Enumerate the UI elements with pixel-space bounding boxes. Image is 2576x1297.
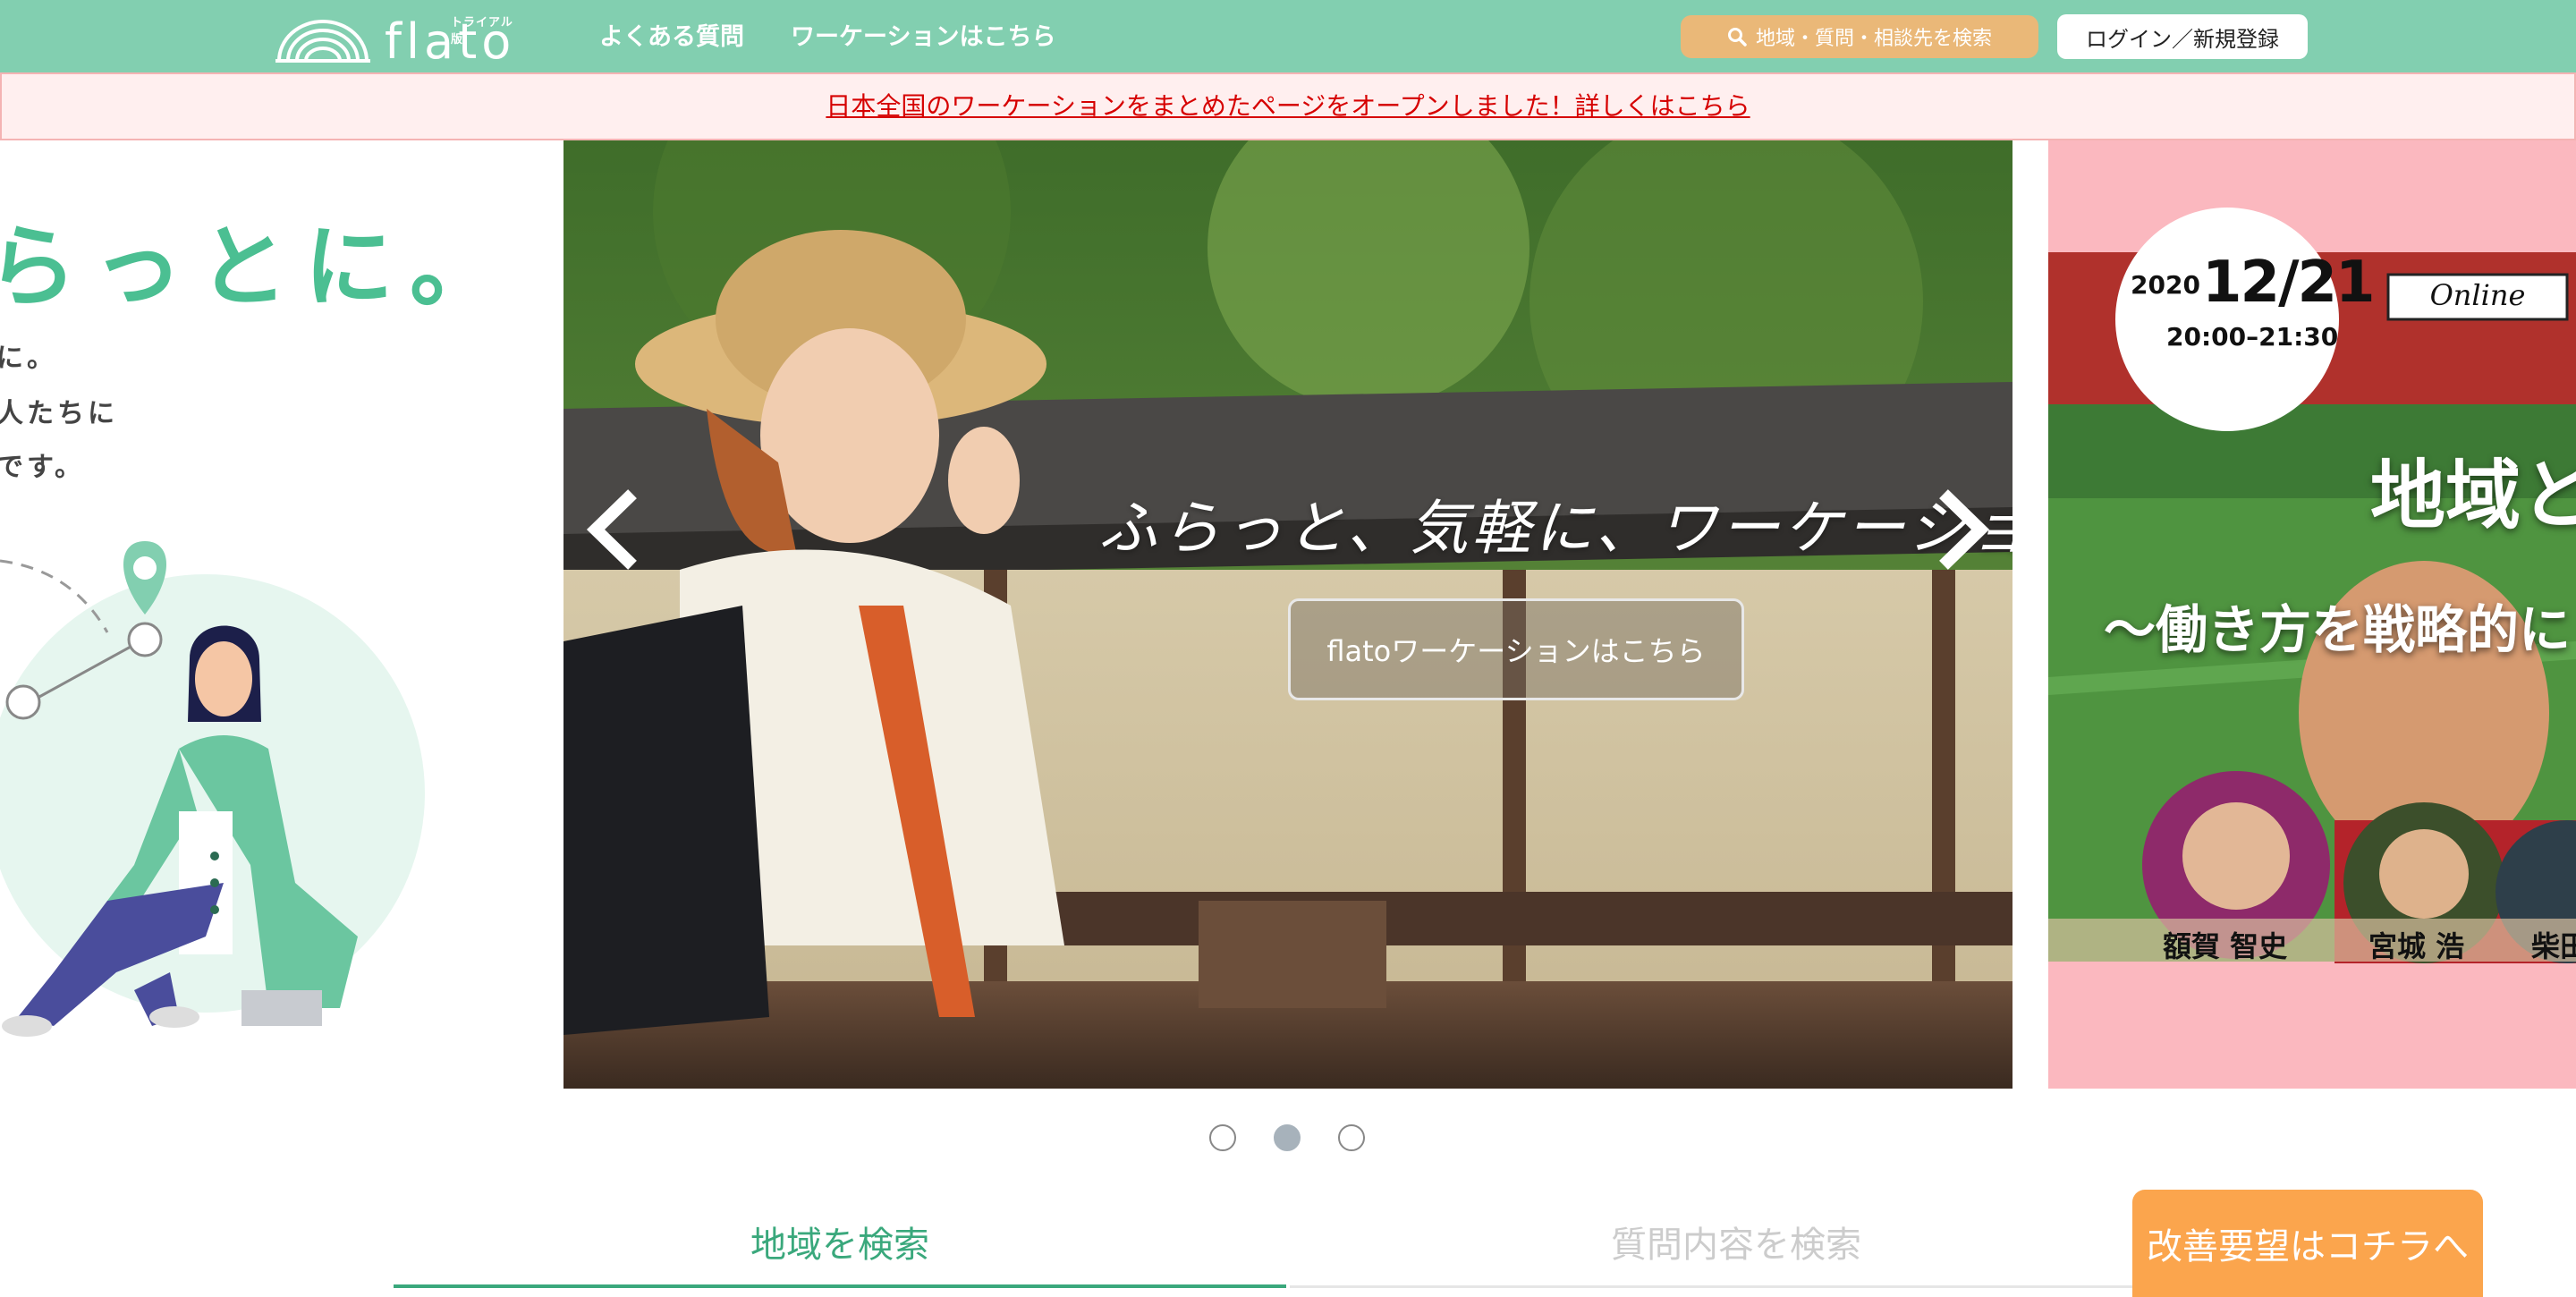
carousel-next-arrow-icon[interactable] — [1923, 480, 2004, 579]
speaker-name: 柴田 — [2531, 929, 2576, 963]
carousel-slide-previous[interactable]: らっとに。 に。 人たちに です。 — [0, 140, 537, 1089]
tab-region-search[interactable]: 地域を検索 — [394, 1208, 1286, 1288]
carousel-dot-2[interactable] — [1274, 1124, 1301, 1151]
logo-trial-tag: トライアル版 — [451, 16, 513, 47]
announcement-banner: 日本全国のワーケーションをまとめたページをオープンしました！詳しくはこちら — [0, 72, 2576, 140]
event-subheadline: 〜働き方を戦略的に — [2104, 599, 2572, 660]
feedback-button[interactable]: 改善要望はコチラへ — [2132, 1190, 2483, 1297]
event-date: 12/21 — [2202, 250, 2375, 316]
hero-tagline: ふらっと、気軽に、ワーケーション。 — [1098, 494, 2012, 563]
hero-carousel: らっとに。 に。 人たちに です。 ふらっと、気軽に、ワーケーシ flatoワー… — [0, 140, 2576, 1089]
flato-logo[interactable]: flato トライアル版 — [274, 13, 524, 66]
logo-rainbow-icon — [275, 20, 370, 63]
slide-copy-line: に。 — [0, 343, 57, 374]
speaker-name: 宮城 浩 — [2368, 929, 2465, 963]
event-headline: 地域と — [2370, 452, 2576, 539]
carousel-prev-arrow-icon[interactable] — [572, 480, 653, 579]
event-online-label: Online — [2429, 278, 2526, 312]
nav-faq-link[interactable]: よくある質問 — [599, 20, 744, 55]
carousel-slide-next[interactable]: 2020 12/21 20:00–21:30 Online 地域と 〜働き方を戦… — [2048, 140, 2576, 1089]
woman-illustration — [0, 541, 425, 1037]
carousel-dot-3[interactable] — [1338, 1124, 1365, 1151]
search-icon — [1727, 28, 1747, 47]
slide-title: らっとに。 — [0, 215, 515, 319]
top-header: flato トライアル版 よくある質問 ワーケーションはこちら 地域・質問・相談… — [0, 0, 2576, 72]
tab-question-search[interactable]: 質問内容を検索 — [1290, 1208, 2182, 1288]
carousel-slide-current[interactable]: ふらっと、気軽に、ワーケーション。 flatoワーケーションはこちら — [564, 140, 2012, 1089]
event-time: 20:00–21:30 — [2166, 322, 2339, 352]
workation-cta-button[interactable]: flatoワーケーションはこちら — [1288, 598, 1744, 700]
site-search-button[interactable]: 地域・質問・相談先を検索 — [1681, 15, 2038, 58]
announcement-link[interactable]: 日本全国のワーケーションをまとめたページをオープンしました！詳しくはこちら — [2, 74, 2574, 139]
nav-workation-link[interactable]: ワーケーションはこちら — [791, 20, 1055, 55]
search-button-label: 地域・質問・相談先を検索 — [1755, 28, 1992, 50]
speaker-name: 額賀 智史 — [2163, 929, 2288, 963]
carousel-pagination — [0, 1124, 2576, 1151]
slide-copy-line: 人たちに — [0, 398, 118, 429]
event-year: 2020 — [2131, 270, 2200, 300]
carousel-dot-1[interactable] — [1209, 1124, 1236, 1151]
login-register-button[interactable]: ログイン／新規登録 — [2057, 14, 2308, 59]
